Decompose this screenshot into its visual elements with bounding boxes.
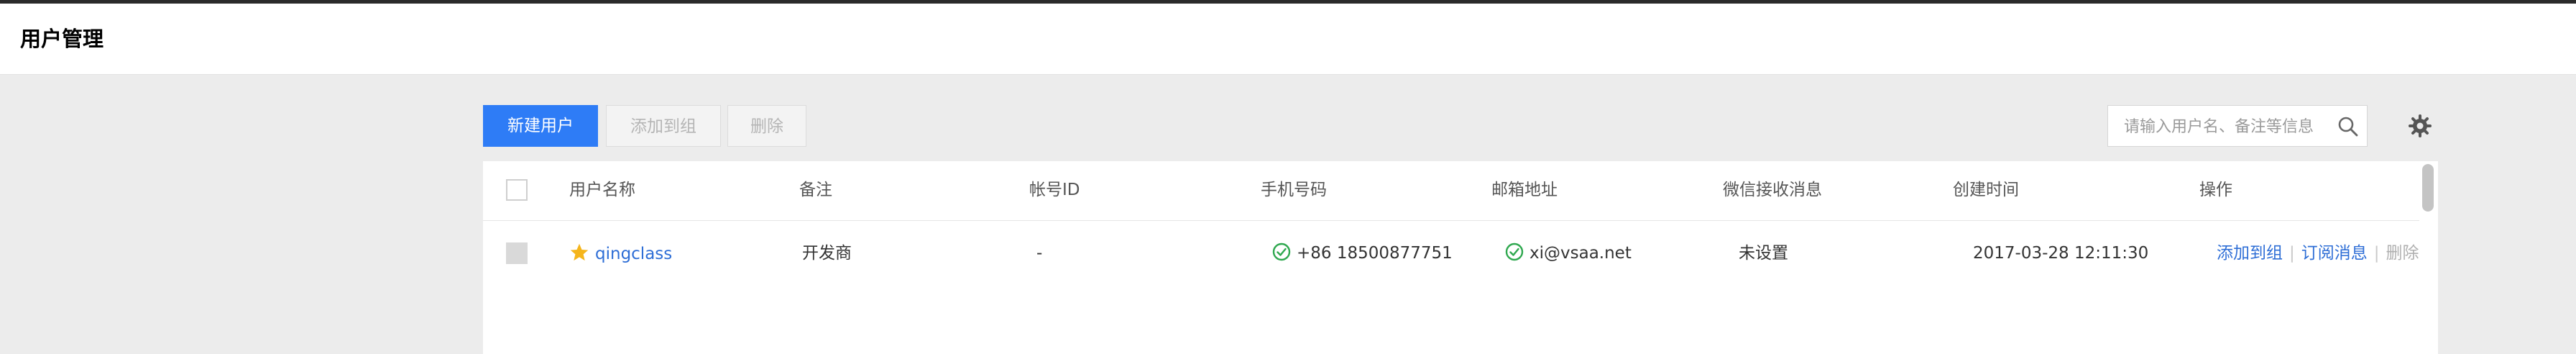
created-time-cell: 2017-03-28 12:11:30 (1973, 244, 2149, 263)
wechat-cell: 未设置 (1739, 244, 1788, 263)
actions-cell: 添加到组 | 订阅消息 | 删除 (2217, 244, 2419, 263)
note-cell: 开发商 (802, 244, 852, 263)
add-to-group-link[interactable]: 添加到组 (2217, 244, 2283, 263)
add-to-group-button[interactable]: 添加到组 (606, 105, 721, 147)
user-table: 用户名称 备注 帐号ID 手机号码 邮箱地址 微信接收消息 创建时间 操作 qi… (483, 161, 2438, 354)
username-link[interactable]: qingclass (595, 245, 672, 263)
column-header-actions: 操作 (2199, 181, 2232, 199)
delete-button[interactable]: 删除 (727, 105, 806, 147)
search-box (2107, 105, 2368, 148)
select-all-checkbox[interactable] (506, 179, 528, 201)
gear-icon[interactable] (2408, 114, 2432, 138)
page-header: 用户管理 (0, 4, 2576, 75)
column-header-account-id: 帐号ID (1029, 181, 1080, 199)
page-title: 用户管理 (20, 27, 104, 51)
star-icon (569, 242, 589, 263)
column-header-note: 备注 (799, 181, 832, 199)
email-cell: xi@vsaa.net (1505, 242, 1632, 264)
column-header-phone: 手机号码 (1261, 181, 1327, 199)
vertical-scrollbar[interactable] (2422, 164, 2434, 212)
subscribe-messages-link[interactable]: 订阅消息 (2301, 244, 2368, 263)
column-header-username: 用户名称 (569, 181, 635, 199)
email-value: xi@vsaa.net (1530, 244, 1632, 263)
username-cell: qingclass (569, 242, 672, 265)
table-header: 用户名称 备注 帐号ID 手机号码 邮箱地址 微信接收消息 创建时间 操作 (483, 161, 2419, 221)
search-icon[interactable] (2337, 115, 2360, 138)
phone-cell: +86 18500877751 (1272, 242, 1453, 264)
delete-link[interactable]: 删除 (2386, 244, 2419, 263)
row-checkbox[interactable] (506, 242, 528, 264)
search-input[interactable] (2122, 106, 2327, 148)
column-header-wechat: 微信接收消息 (1723, 181, 1822, 199)
account-id-cell: - (1036, 244, 1043, 263)
column-header-created: 创建时间 (1953, 181, 2019, 199)
column-header-email: 邮箱地址 (1491, 181, 1558, 199)
new-user-button[interactable]: 新建用户 (483, 105, 598, 147)
verified-check-icon (1272, 242, 1291, 261)
verified-check-icon (1505, 242, 1524, 261)
phone-value: +86 18500877751 (1297, 244, 1453, 263)
